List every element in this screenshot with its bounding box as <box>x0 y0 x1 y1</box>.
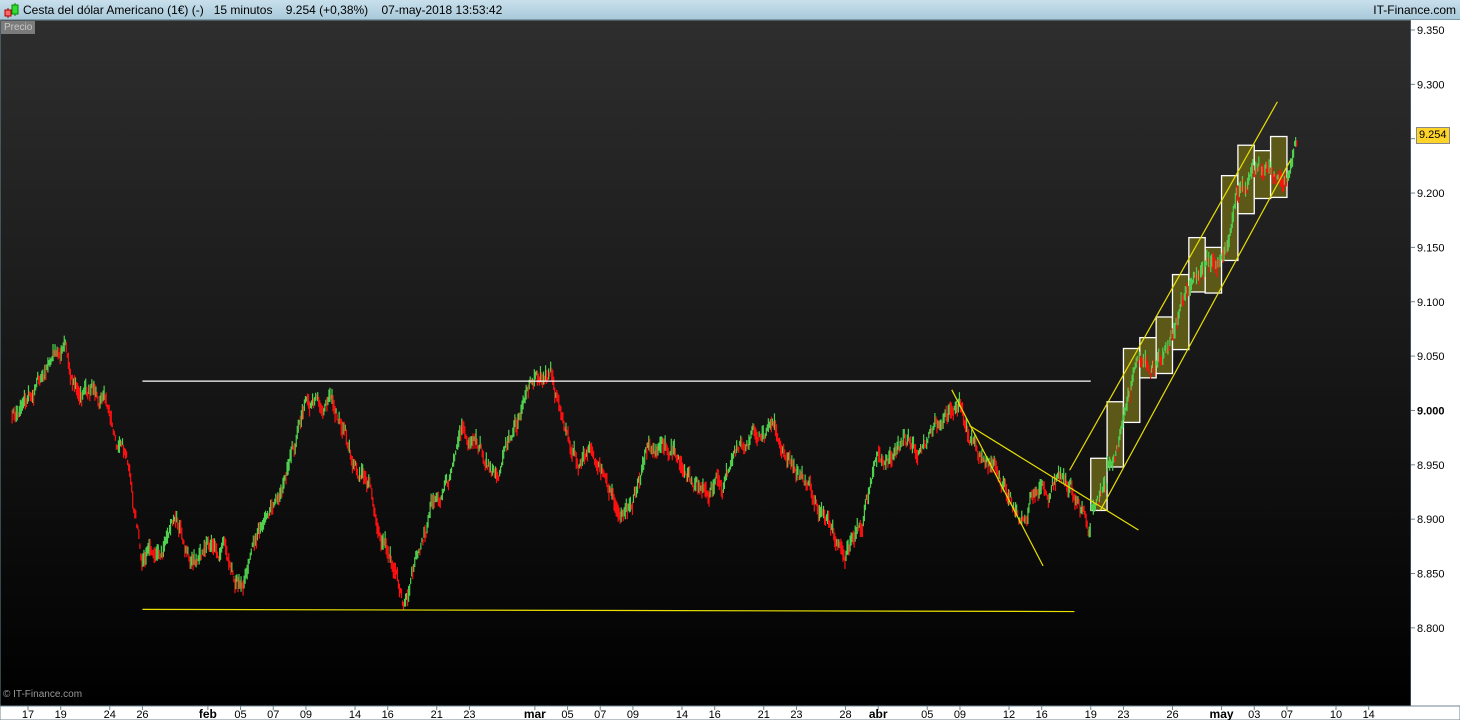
x-tick-label: 05 <box>561 709 573 720</box>
x-tick-label: 07 <box>1281 709 1293 720</box>
chart-title: Cesta del dólar Americano (1€) (-) 15 mi… <box>23 3 503 17</box>
y-tick-label: 9.050 <box>1417 351 1445 363</box>
x-tick-label: 19 <box>1085 709 1097 720</box>
x-tick-label: 07 <box>594 709 606 720</box>
x-tick-label: 16 <box>382 709 394 720</box>
x-tick-label: 28 <box>839 709 851 720</box>
x-tick-label: 16 <box>709 709 721 720</box>
x-tick-label: 09 <box>627 709 639 720</box>
x-tick-label: 05 <box>234 709 246 720</box>
x-tick-label: 26 <box>1166 709 1178 720</box>
x-tick-label: 03 <box>1248 709 1260 720</box>
x-tick-label: may <box>1210 707 1234 720</box>
x-tick-label: 12 <box>1003 709 1015 720</box>
x-tick-label: 07 <box>267 709 279 720</box>
candlestick-icon <box>4 3 19 18</box>
x-tick-label: 16 <box>1036 709 1048 720</box>
x-tick-label: 09 <box>954 709 966 720</box>
last-price-tag: 9.254 <box>1416 127 1450 144</box>
x-tick-label: 19 <box>55 709 67 720</box>
y-tick-label: 9.350 <box>1417 25 1445 37</box>
x-tick-label: 23 <box>463 709 475 720</box>
y-tick-label: 8.950 <box>1417 460 1445 472</box>
x-tick-label: 23 <box>1117 709 1129 720</box>
y-tick-label: 8.900 <box>1417 514 1445 526</box>
y-tick-label: 9.300 <box>1417 79 1445 91</box>
brand-label[interactable]: IT-Finance.com <box>1373 3 1456 17</box>
x-tick-label: mar <box>524 707 546 720</box>
y-tick-label: 9.100 <box>1417 297 1445 309</box>
x-tick-label: 23 <box>790 709 802 720</box>
x-tick-label: 21 <box>758 709 770 720</box>
panel-label-precio: Precio <box>1 21 36 34</box>
x-tick-label: 17 <box>22 709 34 720</box>
x-tick-label: 24 <box>104 709 116 720</box>
x-tick-label: 26 <box>136 709 148 720</box>
x-tick-label: 10 <box>1330 709 1342 720</box>
price-chart[interactable]: 9.3509.3009.2509.2009.1509.1009.0509.000… <box>0 20 1460 720</box>
x-tick-label: 09 <box>300 709 312 720</box>
y-tick-label: 9.200 <box>1417 188 1445 200</box>
x-tick-label: 14 <box>349 709 361 720</box>
x-tick-label: 14 <box>1363 709 1375 720</box>
plot-area <box>0 20 1412 707</box>
y-tick-label: 8.800 <box>1417 623 1445 635</box>
range-box <box>1269 135 1288 199</box>
window-title-bar: Cesta del dólar Americano (1€) (-) 15 mi… <box>0 0 1460 20</box>
range-box <box>1237 144 1255 215</box>
x-tick-label: feb <box>199 707 217 720</box>
x-tick-label: 14 <box>676 709 688 720</box>
x-axis-area <box>0 705 1460 720</box>
x-tick-label: abr <box>869 707 888 720</box>
y-tick-label: 8.850 <box>1417 569 1445 581</box>
x-tick-label: 05 <box>921 709 933 720</box>
y-tick-label: 9.150 <box>1417 242 1445 254</box>
watermark: © IT-Finance.com <box>3 689 82 700</box>
x-tick-label: 21 <box>431 709 443 720</box>
y-tick-label: 9.000 <box>1417 405 1445 417</box>
